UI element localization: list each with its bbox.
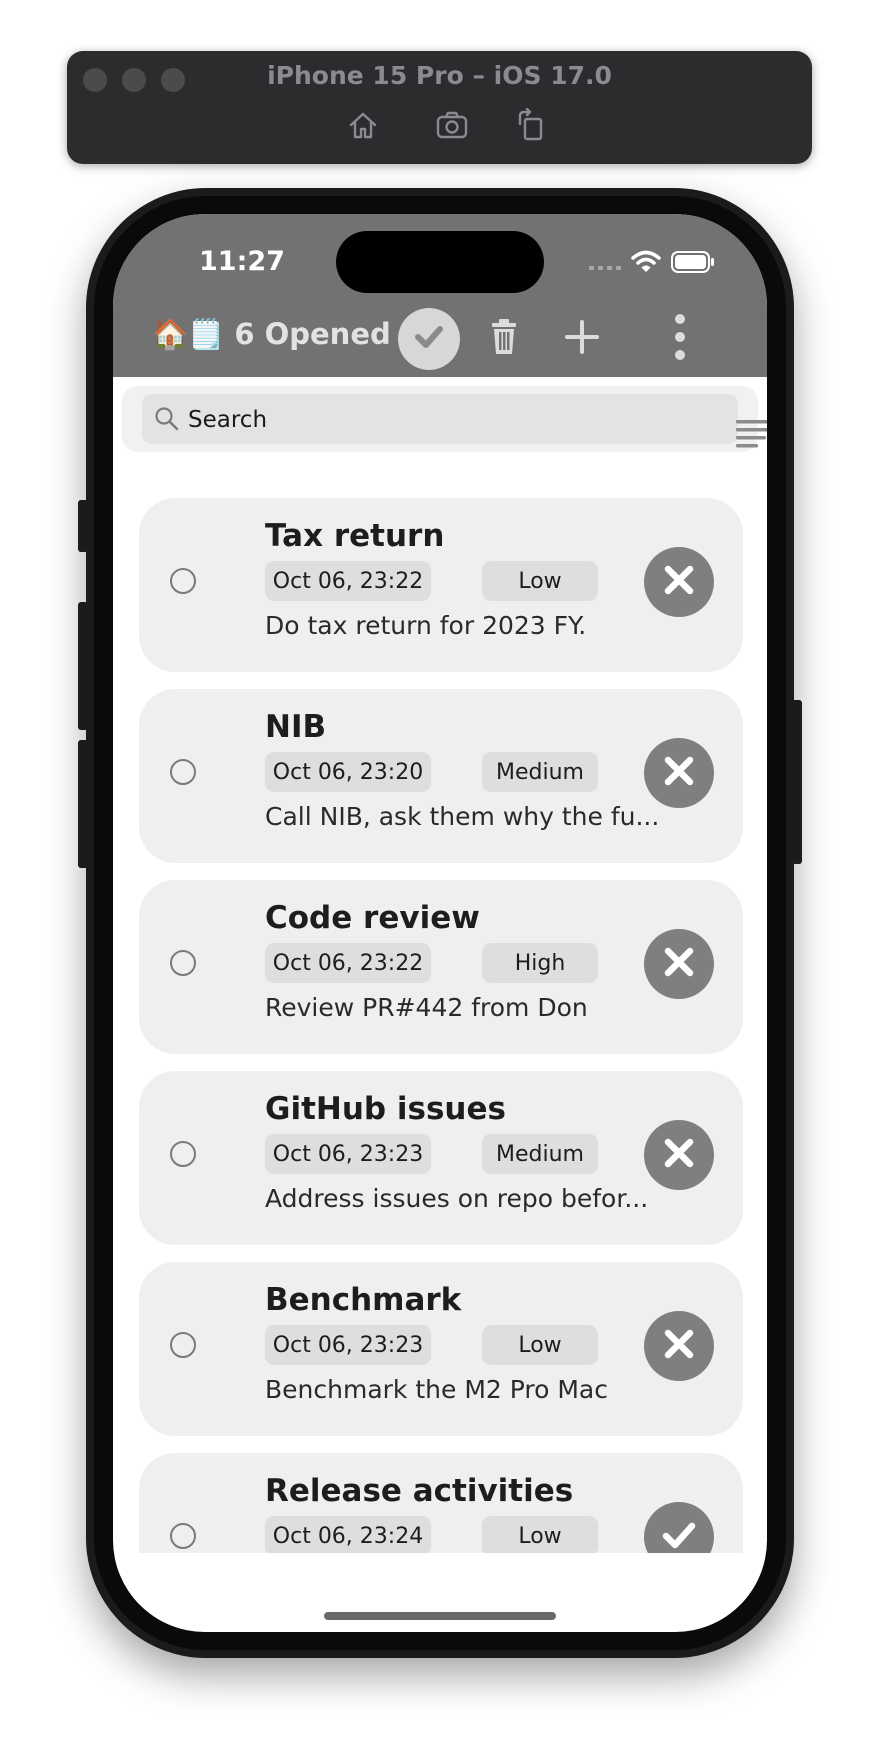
more-button[interactable]	[653, 312, 707, 366]
screenshot-icon	[435, 108, 469, 146]
status-time: 11:27	[199, 246, 285, 277]
battery-icon	[671, 251, 715, 277]
home-icon	[346, 108, 380, 146]
task-date-chip: Oct 06, 23:24	[265, 1516, 431, 1553]
screenshot-button[interactable]	[432, 109, 472, 145]
close-icon	[659, 751, 699, 795]
search-input[interactable]	[186, 402, 670, 438]
cellular-icon	[589, 255, 621, 274]
task-priority-chip: Low	[482, 1516, 598, 1553]
checkmark-icon	[658, 1514, 700, 1553]
delete-all-button[interactable]	[477, 312, 531, 366]
search-container	[122, 386, 767, 452]
opened-count-label: 6 Opened	[234, 317, 391, 351]
task-priority-chip: High	[482, 943, 598, 983]
delete-task-button[interactable]	[644, 1120, 714, 1190]
delete-task-button[interactable]	[644, 929, 714, 999]
task-description: Call NIB, ask them why the fu...	[265, 802, 660, 831]
wifi-icon	[631, 250, 661, 278]
close-icon	[659, 1133, 699, 1177]
task-priority-chip: Medium	[482, 752, 598, 792]
search-field[interactable]	[142, 394, 767, 448]
task-date-chip: Oct 06, 23:23	[265, 1134, 431, 1174]
task-title: NIB	[265, 709, 327, 745]
task-radio[interactable]	[170, 568, 196, 594]
task-priority-chip: Low	[482, 1325, 598, 1365]
task-date-chip: Oct 06, 23:22	[265, 561, 431, 601]
close-icon	[659, 942, 699, 986]
task-radio[interactable]	[170, 1141, 196, 1167]
task-radio[interactable]	[170, 1332, 196, 1358]
simulator-title: iPhone 15 Pro – iOS 17.0	[267, 61, 612, 90]
task-title: Code review	[265, 900, 480, 936]
complete-task-button[interactable]	[644, 1502, 714, 1553]
task-card[interactable]: Code review Oct 06, 23:22 High Review PR…	[139, 880, 743, 1054]
task-priority-chip: Low	[482, 561, 598, 601]
navigation-bar: 11:27 🏠🗒️ 6 Opened	[113, 214, 767, 377]
task-priority-chip: Medium	[482, 1134, 598, 1174]
task-card[interactable]: Benchmark Oct 06, 23:23 Low Benchmark th…	[139, 1262, 743, 1436]
volume-down-button	[78, 740, 88, 868]
task-description: Address issues on repo befor...	[265, 1184, 649, 1213]
task-radio[interactable]	[170, 759, 196, 785]
simulator-title-bar: iPhone 15 Pro – iOS 17.0	[67, 51, 812, 164]
action-side-button	[78, 500, 88, 552]
close-icon	[659, 1324, 699, 1368]
home-indicator[interactable]	[324, 1612, 556, 1620]
task-card[interactable]: Tax return Oct 06, 23:22 Low Do tax retu…	[139, 498, 743, 672]
complete-all-button[interactable]	[398, 308, 460, 370]
plus-icon	[564, 319, 600, 359]
home-button[interactable]	[343, 109, 383, 145]
delete-task-button[interactable]	[644, 1311, 714, 1381]
checkmark-icon	[410, 318, 448, 360]
close-icon	[659, 560, 699, 604]
task-title: Benchmark	[265, 1282, 462, 1318]
dynamic-island	[336, 231, 544, 293]
task-description: Do tax return for 2023 FY.	[265, 611, 587, 640]
task-title: Tax return	[265, 518, 445, 554]
task-card[interactable]: Release activities Oct 06, 23:24 Low	[139, 1453, 743, 1553]
more-icon	[673, 313, 687, 365]
task-title: Release activities	[265, 1473, 574, 1509]
volume-up-button	[78, 602, 88, 730]
task-description: Benchmark the M2 Pro Mac	[265, 1375, 608, 1404]
trash-icon	[488, 318, 520, 360]
task-radio[interactable]	[170, 950, 196, 976]
task-date-chip: Oct 06, 23:20	[265, 752, 431, 792]
task-date-chip: Oct 06, 23:23	[265, 1325, 431, 1365]
add-task-button[interactable]	[555, 312, 609, 366]
delete-task-button[interactable]	[644, 547, 714, 617]
task-radio[interactable]	[170, 1523, 196, 1549]
nav-title: 🏠🗒️ 6 Opened	[152, 317, 391, 352]
rotate-icon	[514, 107, 548, 146]
task-card[interactable]: GitHub issues Oct 06, 23:23 Medium Addre…	[139, 1071, 743, 1245]
task-date-chip: Oct 06, 23:22	[265, 943, 431, 983]
phone-screen: 11:27 🏠🗒️ 6 Opened Search Tax return Oct…	[113, 214, 767, 1632]
status-icons	[589, 250, 715, 278]
task-description: Review PR#442 from Don	[265, 993, 588, 1022]
delete-task-button[interactable]	[644, 738, 714, 808]
task-list: Tax return Oct 06, 23:22 Low Do tax retu…	[113, 452, 767, 1553]
rotate-button[interactable]	[511, 107, 551, 146]
task-card[interactable]: NIB Oct 06, 23:20 Medium Call NIB, ask t…	[139, 689, 743, 863]
power-button	[792, 700, 802, 864]
task-title: GitHub issues	[265, 1091, 506, 1127]
nav-emoji: 🏠🗒️	[152, 317, 225, 351]
